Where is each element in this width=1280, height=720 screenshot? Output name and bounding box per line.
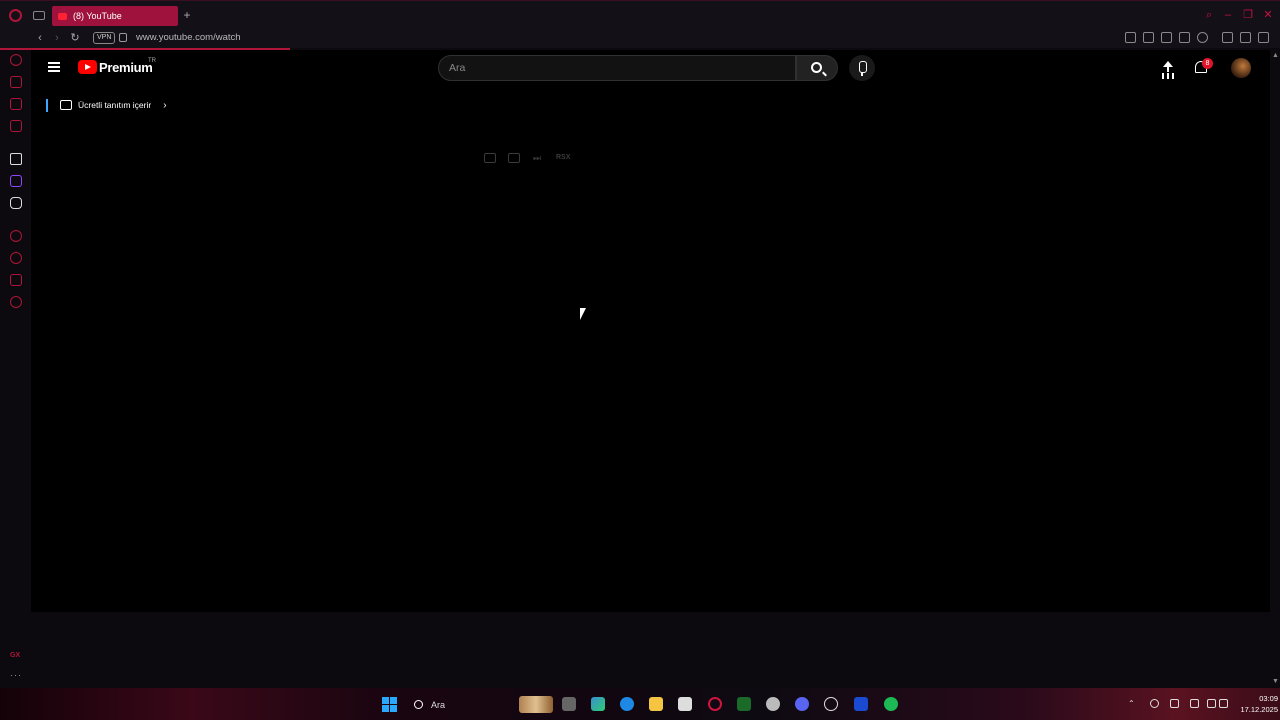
- tray-app-icon[interactable]: [1150, 699, 1159, 708]
- opera-gx-menu-icon[interactable]: [9, 9, 22, 22]
- player-icon[interactable]: [1179, 32, 1190, 43]
- taskbar-search-icon: [414, 700, 423, 709]
- mouse-cursor-icon: [580, 308, 586, 320]
- edge-icon[interactable]: [620, 697, 634, 711]
- sidebar: GX ···: [0, 50, 31, 688]
- file-explorer-icon[interactable]: [649, 697, 663, 711]
- discord-icon[interactable]: [10, 197, 22, 209]
- youtube-favicon-icon: [58, 12, 67, 20]
- twitch-icon[interactable]: [10, 175, 22, 187]
- widgets-icon[interactable]: [591, 697, 605, 711]
- guide-menu-icon[interactable]: [48, 62, 60, 72]
- task-view-icon[interactable]: [562, 697, 576, 711]
- minimize-button[interactable]: –: [1222, 9, 1234, 21]
- store-icon[interactable]: [678, 697, 692, 711]
- tv-icon[interactable]: [10, 98, 22, 110]
- tab-title: (8) YouTube: [73, 11, 122, 21]
- settings-icon[interactable]: [10, 296, 22, 308]
- promo-text: Ücretli tanıtım içerir: [78, 100, 152, 110]
- start-button-icon[interactable]: [382, 697, 397, 712]
- steam-icon[interactable]: [766, 697, 780, 711]
- paid-promotion-icon: [60, 100, 72, 110]
- download-icon[interactable]: [1240, 32, 1251, 43]
- avatar[interactable]: [1231, 58, 1251, 78]
- volume-tray-icon[interactable]: [1219, 699, 1228, 708]
- easy-setup-icon[interactable]: [1258, 32, 1269, 43]
- rsx-label[interactable]: RSX: [556, 154, 570, 161]
- gx-label[interactable]: GX: [10, 652, 20, 659]
- gx-control-icon[interactable]: [10, 54, 22, 66]
- clock-time: 03:09: [1259, 694, 1278, 703]
- country-code: TR: [148, 58, 156, 64]
- address-bar: ‹ › ↻ VPN www.youtube.com/watch: [0, 28, 1280, 48]
- scrollbar[interactable]: [1271, 50, 1280, 688]
- promo-accent-bar: [46, 98, 48, 112]
- opera-gx-taskbar-icon[interactable]: [708, 697, 722, 711]
- search-tabs-icon[interactable]: ⌕: [1203, 9, 1215, 21]
- next-icon[interactable]: ⏭: [533, 153, 545, 163]
- tab-strip: (8) YouTube + ⌕ – ❐ ✕: [0, 0, 1280, 28]
- youtube-header: Premium TR Ara 8: [31, 50, 1270, 86]
- miniplayer-icon[interactable]: [484, 153, 496, 163]
- voice-search-icon[interactable]: [849, 55, 875, 81]
- spotify-icon[interactable]: [884, 697, 898, 711]
- app-icon-blue[interactable]: [854, 697, 868, 711]
- vpn-badge[interactable]: VPN: [93, 32, 116, 44]
- url-field[interactable]: www.youtube.com/watch: [136, 32, 241, 43]
- new-tab-button[interactable]: +: [181, 8, 193, 22]
- youtube-logo-icon[interactable]: [78, 60, 97, 74]
- profile-icon[interactable]: [1222, 32, 1233, 43]
- tab-menu-icon[interactable]: [33, 11, 45, 20]
- search-icon: [811, 62, 822, 73]
- theater-icon[interactable]: [508, 153, 520, 163]
- taskbar-search-label: Ara: [431, 699, 446, 710]
- sidebar-more-icon[interactable]: ···: [10, 670, 22, 680]
- scroll-up-icon[interactable]: ▲: [1272, 52, 1279, 59]
- lock-icon[interactable]: [119, 33, 127, 42]
- page-background-area: [31, 612, 1280, 688]
- search-highlight-image: [519, 696, 553, 713]
- player-sidebar-icon[interactable]: [10, 230, 22, 242]
- maximize-button[interactable]: ❐: [1242, 9, 1254, 21]
- aria-icon[interactable]: [10, 153, 22, 165]
- back-button[interactable]: ‹: [33, 31, 47, 45]
- paid-promotion-notice[interactable]: Ücretli tanıtım içerir ›: [46, 98, 167, 112]
- pin-icon[interactable]: [1125, 32, 1136, 43]
- heart-icon[interactable]: [1197, 32, 1208, 43]
- search-input[interactable]: Ara: [438, 55, 796, 81]
- create-upload-icon[interactable]: [1162, 61, 1174, 75]
- close-button[interactable]: ✕: [1262, 9, 1274, 21]
- display-tray-icon[interactable]: [1190, 699, 1199, 708]
- youtube-logo-text[interactable]: Premium: [99, 60, 153, 75]
- system-clock[interactable]: 03:09 17.12.2025: [1228, 693, 1278, 715]
- search-button[interactable]: [796, 55, 838, 81]
- network-tray-icon[interactable]: [1207, 699, 1216, 708]
- gx-corner-icon[interactable]: [10, 76, 22, 88]
- snapshot-icon[interactable]: [1143, 32, 1154, 43]
- chevron-right-icon: ›: [163, 99, 167, 111]
- news-icon[interactable]: [10, 120, 22, 132]
- mic-tray-icon[interactable]: [1170, 699, 1179, 708]
- reload-button[interactable]: ↻: [68, 31, 82, 45]
- tab-youtube[interactable]: (8) YouTube: [52, 6, 178, 26]
- extensions-icon[interactable]: [10, 274, 22, 286]
- clock-date: 17.12.2025: [1240, 705, 1278, 714]
- app-icon-circle[interactable]: [824, 697, 838, 711]
- scroll-down-icon[interactable]: ▼: [1272, 678, 1279, 685]
- windows-taskbar: Ara ⌃ 03:09 17.12.2025: [0, 688, 1280, 720]
- history-icon[interactable]: [10, 252, 22, 264]
- taskbar-search[interactable]: Ara: [408, 696, 553, 713]
- app-icon-green[interactable]: [737, 697, 751, 711]
- forward-button[interactable]: ›: [50, 31, 64, 45]
- notification-count-badge: 8: [1202, 58, 1213, 69]
- shield-icon[interactable]: [1161, 32, 1172, 43]
- discord-taskbar-icon[interactable]: [795, 697, 809, 711]
- tray-overflow-icon[interactable]: ⌃: [1128, 699, 1137, 708]
- youtube-page: Premium TR Ara 8 Ücretli tanıtım içerir …: [31, 50, 1270, 612]
